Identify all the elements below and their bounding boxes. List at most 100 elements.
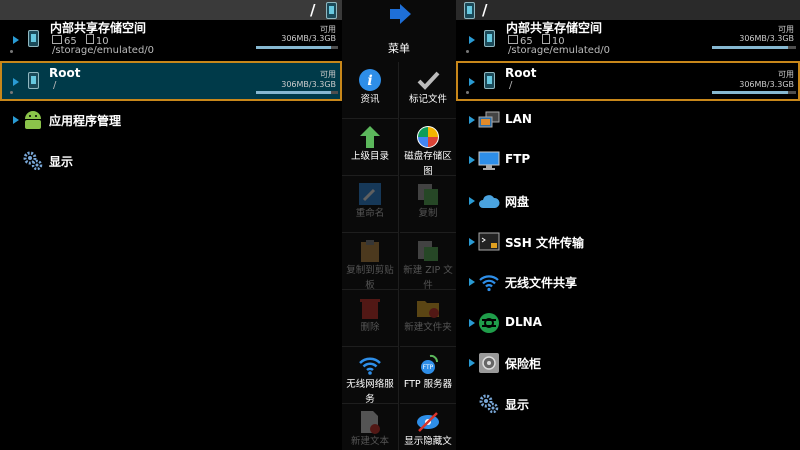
ssh-terminal-icon: [478, 231, 500, 253]
right-path-text: /: [482, 1, 488, 19]
storage-internal[interactable]: 内部共享存储空间 65 10 /storage/emulated/0 可用 30…: [456, 20, 800, 60]
phone-storage-icon: [28, 30, 39, 47]
expand-arrow-icon[interactable]: [469, 319, 475, 327]
lan-icon: [478, 109, 500, 131]
up-arrow-icon: [358, 125, 382, 149]
left-path-text: /: [310, 1, 316, 19]
tree-item-ftp[interactable]: FTP: [456, 145, 800, 175]
tree-item-display[interactable]: 显示: [0, 146, 342, 176]
ftp-monitor-icon: [478, 149, 500, 171]
gears-icon: [478, 393, 500, 415]
storage-path: /storage/emulated/0: [52, 45, 155, 56]
expand-arrow-icon[interactable]: [469, 36, 475, 44]
gears-icon: [22, 150, 44, 172]
menu-item-rename[interactable]: 重命名: [342, 176, 398, 233]
storage-internal[interactable]: 内部共享存储空间 65 10 /storage/emulated/0 可用 30…: [0, 20, 342, 60]
menu-item-disk-map[interactable]: 磁盘存储区图: [400, 119, 456, 177]
trash-icon: [358, 296, 382, 320]
tree-item-dlna[interactable]: DLNA: [456, 308, 800, 338]
storage-root-selected[interactable]: Root / 可用 306MB/3.3GB: [456, 61, 800, 101]
expand-arrow-icon[interactable]: [469, 116, 475, 124]
zip-icon: [416, 239, 440, 263]
storage-usage-fill: [256, 91, 331, 94]
menu-item-label: 无线网络服务: [346, 379, 394, 405]
expand-arrow-icon[interactable]: [469, 278, 475, 286]
available-label: 可用: [320, 70, 336, 79]
tree-item-label: 显示: [505, 398, 530, 412]
menu-item-label: 磁盘存储区图: [404, 151, 452, 177]
rename-icon: [358, 182, 382, 206]
menu-item-label: 删除: [360, 322, 380, 333]
menu-item-label: 显示隐藏文: [404, 436, 452, 447]
menu-item-label: FTP 服务器: [403, 379, 453, 390]
right-path-bar[interactable]: /: [456, 0, 800, 20]
svg-text:i: i: [367, 73, 372, 89]
menu-item-new-text[interactable]: 新建文本: [342, 404, 398, 450]
expand-arrow-icon[interactable]: [469, 359, 475, 367]
menu-item-parent-dir[interactable]: 上级目录: [342, 119, 398, 176]
storage-usage-bar: [256, 46, 338, 49]
tree-item-cloud[interactable]: 网盘: [456, 186, 800, 216]
tree-item-lan[interactable]: LAN: [456, 105, 800, 135]
tree-item-label: 应用程序管理: [49, 114, 122, 128]
arrow-right-icon[interactable]: [388, 3, 412, 29]
menu-item-label: 复制: [418, 208, 438, 219]
menu-item-ftp-server[interactable]: FTP FTP 服务器: [400, 347, 456, 404]
menu-item-wifi-service[interactable]: 无线网络服务: [342, 347, 398, 405]
storage-title: Root: [49, 66, 81, 80]
expand-arrow-icon[interactable]: [13, 78, 19, 86]
folder-icon: [52, 35, 62, 44]
menu-title: 菜单: [388, 42, 410, 55]
expand-arrow-icon[interactable]: [469, 156, 475, 164]
storage-root-selected[interactable]: Root / 可用 306MB/3.3GB: [0, 61, 342, 101]
status-dot: [10, 91, 13, 94]
storage-size: 306MB/3.3GB: [281, 34, 336, 43]
phone-storage-icon: [484, 30, 495, 47]
tree-item-wifi-share[interactable]: 无线文件共享: [456, 267, 800, 297]
expand-arrow-icon[interactable]: [469, 238, 475, 246]
tree-item-vault[interactable]: 保险柜: [456, 348, 800, 378]
menu-item-label: 新建文件夹: [404, 322, 452, 333]
menu-item-new-zip[interactable]: 新建 ZIP 文件: [400, 233, 456, 291]
dlna-icon: [478, 312, 500, 334]
tree-item-label: LAN: [505, 112, 532, 126]
menu-item-new-folder[interactable]: 新建文件夹: [400, 290, 456, 347]
new-file-icon: [358, 410, 382, 434]
menu-item-copy-clipboard[interactable]: 复制到剪贴板: [342, 233, 398, 291]
storage-size: 306MB/3.3GB: [739, 34, 794, 43]
expand-arrow-icon[interactable]: [13, 116, 19, 124]
wifi-share-icon: [478, 271, 500, 293]
menu-item-info[interactable]: i 资讯: [342, 62, 398, 119]
vault-icon: [478, 352, 500, 374]
status-dot: [466, 50, 469, 53]
menu-item-label: 复制到剪贴板: [346, 265, 394, 291]
android-icon: [22, 109, 44, 131]
cloud-icon: [478, 190, 500, 212]
file-icon: [541, 34, 550, 44]
wifi-icon: [358, 353, 382, 377]
file-icon: [85, 34, 94, 44]
new-folder-icon: [416, 296, 440, 320]
menu-item-show-hidden[interactable]: 显示隐藏文: [400, 404, 456, 450]
storage-path: /storage/emulated/0: [508, 45, 611, 56]
expand-arrow-icon[interactable]: [469, 78, 475, 86]
status-dot: [466, 91, 469, 94]
menu-item-label: 新建 ZIP 文件: [403, 265, 453, 291]
svg-text:FTP: FTP: [423, 364, 434, 371]
storage-path: /: [53, 80, 57, 91]
menu-divider: [398, 62, 399, 450]
storage-usage-fill: [712, 46, 789, 49]
tree-item-label: DLNA: [505, 315, 542, 329]
tree-item-app-manager[interactable]: 应用程序管理: [0, 105, 342, 135]
menu-item-delete[interactable]: 删除: [342, 290, 398, 347]
tree-item-display[interactable]: 显示: [456, 389, 800, 419]
pie-chart-icon: [416, 125, 440, 149]
menu-item-mark-files[interactable]: 标记文件: [400, 62, 456, 119]
tree-item-ssh[interactable]: SSH 文件传输: [456, 227, 800, 257]
left-path-bar[interactable]: /: [0, 0, 342, 20]
available-label: 可用: [778, 70, 794, 79]
expand-arrow-icon[interactable]: [13, 36, 19, 44]
storage-usage-bar: [256, 91, 338, 94]
expand-arrow-icon[interactable]: [469, 197, 475, 205]
menu-item-copy[interactable]: 复制: [400, 176, 456, 233]
